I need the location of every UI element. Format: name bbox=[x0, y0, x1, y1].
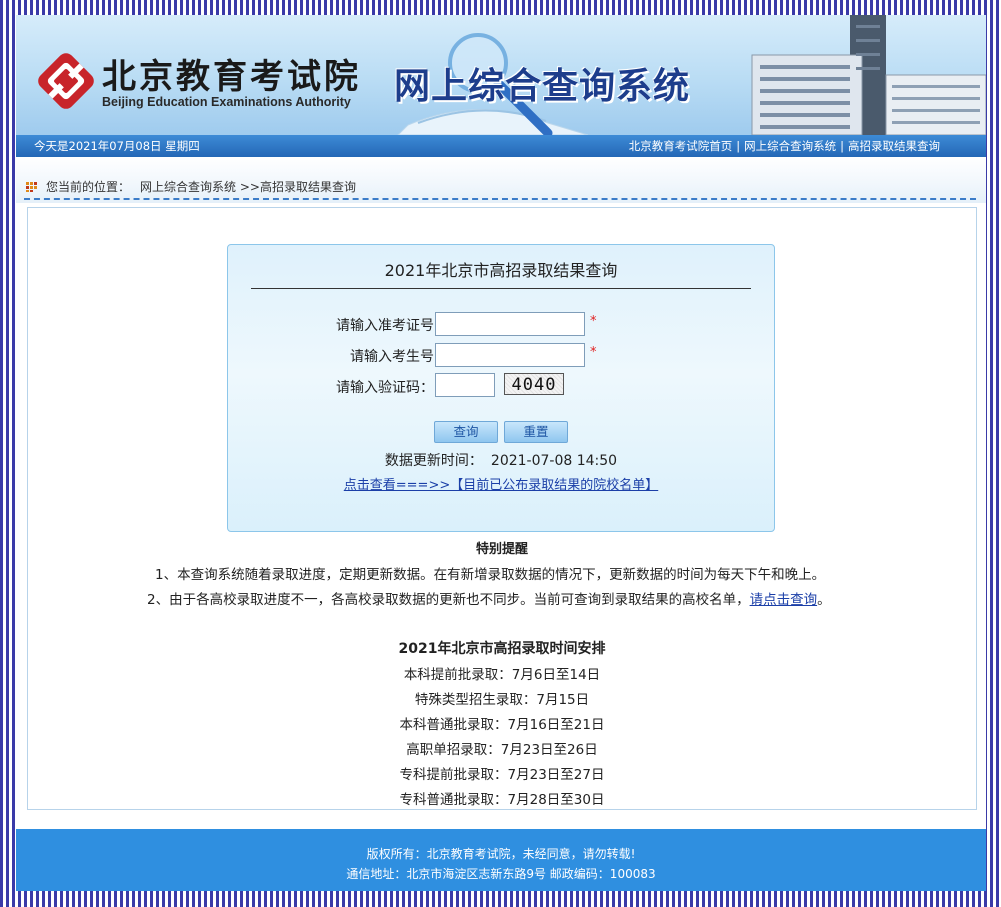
beijing-exam-logo-icon bbox=[38, 53, 94, 109]
reset-button[interactable]: 重置 bbox=[504, 421, 568, 443]
logo-chinese-name: 北京教育考试院 bbox=[102, 57, 361, 97]
notice-line-2: 2、由于各高校录取进度不一，各高校录取数据的更新也不同步。当前可查询到录取结果的… bbox=[147, 588, 831, 608]
breadcrumb-path: 网上综合查询系统 >>高招录取结果查询 bbox=[140, 180, 356, 194]
query-title: 2021年北京市高招录取结果查询 bbox=[384, 261, 618, 280]
notice-line-1: 1、本查询系统随着录取进度，定期更新数据。在有新增录取数据的情况下，更新数据的时… bbox=[155, 567, 826, 583]
footer-copyright: 版权所有：北京教育考试院，未经同意，请勿转载! bbox=[366, 847, 636, 861]
footer: 版权所有：北京教育考试院，未经同意，请勿转载! 通信地址：北京市海淀区志新东路9… bbox=[16, 829, 986, 891]
breadcrumb-area: 您当前的位置： 网上综合查询系统 >>高招录取结果查询 bbox=[16, 157, 986, 203]
notice-line-2-end: 。 bbox=[817, 592, 831, 608]
required-mark: * bbox=[590, 345, 597, 360]
school-query-link[interactable]: 请点击查询 bbox=[750, 592, 818, 608]
title-divider bbox=[251, 288, 751, 289]
student-number-label: 请输入考生号 bbox=[350, 349, 434, 365]
page-frame: 北京教育考试院 Beijing Education Examinations A… bbox=[16, 15, 986, 891]
current-date: 今天是2021年07月08日 星期四 bbox=[34, 139, 200, 153]
schedule-item: 特殊类型招生录取：7月15日 bbox=[414, 692, 590, 708]
captcha-image[interactable]: 4040 bbox=[504, 373, 564, 395]
system-title: 网上综合查询系统 bbox=[394, 66, 691, 107]
breadcrumb-label: 您当前的位置： bbox=[46, 180, 131, 194]
notice-line-2-text: 2、由于各高校录取进度不一，各高校录取数据的更新也不同步。当前可查询到录取结果的… bbox=[147, 592, 750, 608]
schedule-item: 高职单招录取：7月23日至26日 bbox=[406, 742, 598, 758]
nav-links: 北京教育考试院首页 | 网上综合查询系统 | 高招录取结果查询 bbox=[629, 135, 940, 157]
nav-separator: | bbox=[840, 139, 844, 153]
nav-link-admission-query[interactable]: 高招录取结果查询 bbox=[848, 139, 940, 153]
exam-number-label: 请输入准考证号 bbox=[336, 318, 434, 334]
nav-link-exam-home[interactable]: 北京教育考试院首页 bbox=[629, 139, 733, 153]
logo-english-name: Beijing Education Examinations Authority bbox=[102, 95, 351, 109]
schedule-item: 专科提前批录取：7月23日至27日 bbox=[399, 767, 605, 783]
breadcrumb-divider bbox=[24, 198, 976, 200]
update-time: 数据更新时间： 2021-07-08 14:50 bbox=[228, 450, 774, 470]
exam-number-input[interactable] bbox=[435, 312, 585, 336]
schedule-item: 本科普通批录取：7月16日至21日 bbox=[399, 717, 605, 733]
schedule-item: 本科提前批录取：7月6日至14日 bbox=[403, 667, 601, 683]
notice-title: 特别提醒 bbox=[475, 542, 528, 557]
footer-address: 通信地址：北京市海淀区志新东路9号 邮政编码：100083 bbox=[346, 867, 656, 881]
query-form-box: 2021年北京市高招录取结果查询 请输入准考证号 * 请输入考生号 * 请输入验… bbox=[227, 244, 775, 532]
update-time-label: 数据更新时间： bbox=[384, 453, 483, 469]
main-content: 2021年北京市高招录取结果查询 请输入准考证号 * 请输入考生号 * 请输入验… bbox=[27, 207, 977, 810]
school-list-link[interactable]: 点击查看===>>【目前已公布录取结果的院校名单】 bbox=[228, 474, 774, 493]
schedule-title: 2021年北京市高招录取时间安排 bbox=[398, 641, 606, 657]
location-grid-icon bbox=[26, 182, 37, 192]
top-nav-bar: 今天是2021年07月08日 星期四 北京教育考试院首页 | 网上综合查询系统 | 高招… bbox=[16, 135, 986, 157]
nav-separator: | bbox=[736, 139, 741, 153]
student-number-input[interactable] bbox=[435, 343, 585, 367]
required-mark: * bbox=[590, 314, 597, 329]
nav-link-query-system[interactable]: 网上综合查询系统 bbox=[744, 139, 836, 153]
update-time-value: 2021-07-08 14:50 bbox=[490, 453, 618, 469]
building-image bbox=[751, 15, 986, 135]
schedule-item: 专科普通批录取：7月28日至30日 bbox=[399, 792, 605, 808]
submit-button[interactable]: 查询 bbox=[434, 421, 498, 443]
captcha-label: 请输入验证码： bbox=[336, 380, 434, 396]
breadcrumb: 您当前的位置： 网上综合查询系统 >>高招录取结果查询 bbox=[26, 178, 356, 195]
header-banner: 北京教育考试院 Beijing Education Examinations A… bbox=[16, 15, 986, 135]
captcha-input[interactable] bbox=[435, 373, 495, 397]
